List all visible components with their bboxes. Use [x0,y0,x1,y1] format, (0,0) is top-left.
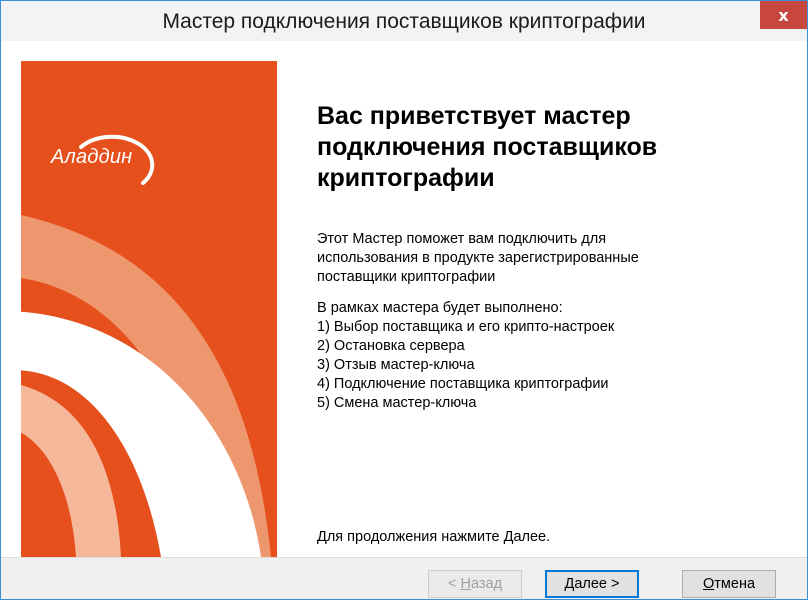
steps-title: В рамках мастера будет выполнено: [317,300,563,316]
next-mnemonic: Д [564,576,575,592]
cancel-mnemonic: О [702,576,715,592]
welcome-heading: Вас приветствует мастер подключения пост… [317,102,658,192]
logo-text: Аладдин [51,146,133,168]
wizard-window: Мастер подключения поставщиков криптогра… [0,0,808,600]
side-banner: Аладдин [21,61,277,557]
step-item: 1) Выбор поставщика и его крипто-настрое… [317,319,615,335]
next-button[interactable]: Далее > [545,570,639,598]
back-button[interactable]: < Назад [428,570,522,598]
step-item: 3) Отзыв мастер-ключа [317,357,475,373]
back-mnemonic: Н [460,576,471,592]
wizard-content: Аладдин Вас приветствует мастер подключе… [1,41,807,557]
next-rest: алее > [574,576,620,592]
title-bar[interactable]: Мастер подключения поставщиков криптогра… [1,1,807,41]
cancel-button[interactable]: Отмена [682,570,776,598]
cancel-rest: тмена [714,576,756,592]
button-bar: < Назад Далее > Отмена [1,558,807,599]
step-item: 2) Остановка сервера [317,338,465,354]
aladdin-logo: Аладдин [51,125,181,195]
close-button[interactable]: x [760,1,807,29]
intro-text: Этот Мастер поможет вам подключить для и… [317,231,639,285]
steps-block: В рамках мастера будет выполнено: 1) Выб… [317,299,787,413]
welcome-panel: Вас приветствует мастер подключения пост… [317,101,787,413]
continue-hint: Для продолжения нажмите Далее. [317,529,551,545]
back-rest: азад [470,576,503,592]
window-title: Мастер подключения поставщиков криптогра… [162,10,646,33]
step-item: 4) Подключение поставщика криптографии [317,376,609,392]
step-item: 5) Смена мастер-ключа [317,395,477,411]
back-prefix: < [447,576,461,592]
